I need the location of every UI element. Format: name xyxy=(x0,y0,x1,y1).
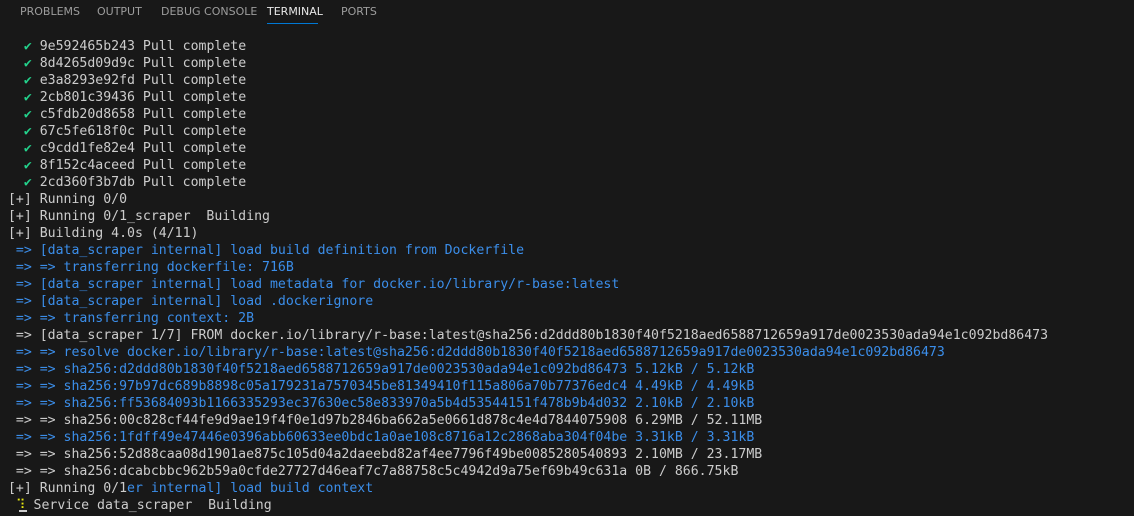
terminal-text: 8f152c4aceed Pull complete xyxy=(31,158,247,173)
terminal-text: [+] Running 0/1 xyxy=(0,481,128,496)
terminal-text: => [data_scraper internal] load build de… xyxy=(0,243,525,258)
terminal-cursor xyxy=(19,510,27,512)
tab-output[interactable]: OUTPUT xyxy=(97,5,142,19)
tab-ports[interactable]: PORTS xyxy=(341,5,377,19)
build-step-line: => => resolve docker.io/library/r-base:l… xyxy=(0,344,1134,361)
build-step-line: => [data_scraper internal] load .dockeri… xyxy=(0,293,1134,310)
check-icon: ✔ xyxy=(23,90,32,105)
check-icon: ✔ xyxy=(23,107,32,122)
status-line: [+] Running 0/1er internal] load build c… xyxy=(0,480,1134,497)
terminal-text: 67c5fe618f0c Pull complete xyxy=(31,124,247,139)
pull-line: ✔ 8d4265d09d9c Pull complete xyxy=(0,55,1134,72)
terminal-panel: PROBLEMS OUTPUT DEBUG CONSOLE TERMINAL P… xyxy=(0,0,1134,516)
build-step-line: => => sha256:97b97dc689b8898c05a179231a7… xyxy=(0,378,1134,395)
active-tab-indicator xyxy=(267,23,318,24)
status-line: [+] Running 0/0 xyxy=(0,191,1134,208)
build-step-line: => => sha256:00c828cf44fe9d9ae19f4f0e1d9… xyxy=(0,412,1134,429)
terminal-text: => => sha256:dcabcbbc962b59a0cfde27727d4… xyxy=(0,464,739,479)
pull-line: ✔ 9e592465b243 Pull complete xyxy=(0,38,1134,55)
terminal-text: [+] Building 4.0s (4/11) xyxy=(0,226,199,241)
pull-line: ✔ 67c5fe618f0c Pull complete xyxy=(0,123,1134,140)
terminal-text: => => resolve docker.io/library/r-base:l… xyxy=(0,345,945,360)
build-step-line: => => sha256:ff53684093b1166335293ec3763… xyxy=(0,395,1134,412)
build-step-line: => => sha256:52d88caa08d1901ae875c105d04… xyxy=(0,446,1134,463)
build-step-line: => [data_scraper internal] load build de… xyxy=(0,242,1134,259)
terminal-text: c5fdb20d8658 Pull complete xyxy=(31,107,247,122)
terminal-text: => => sha256:ff53684093b1166335293ec3763… xyxy=(0,396,755,411)
pull-line: ✔ c5fdb20d8658 Pull complete xyxy=(0,106,1134,123)
build-step-line: => => sha256:1fdff49e47446e0396abb60633e… xyxy=(0,429,1134,446)
terminal-text: [+] Running 0/0 xyxy=(0,192,128,207)
check-icon: ✔ xyxy=(23,39,32,54)
tab-terminal[interactable]: TERMINAL xyxy=(267,5,323,19)
check-icon: ✔ xyxy=(23,73,32,88)
terminal-text: => => sha256:52d88caa08d1901ae875c105d04… xyxy=(0,447,763,462)
check-icon: ✔ xyxy=(23,158,32,173)
terminal-text: => => transferring dockerfile: 716B xyxy=(0,260,294,275)
terminal-text: 2cd360f3b7db Pull complete xyxy=(31,175,247,190)
terminal-text: c9cdd1fe82e4 Pull complete xyxy=(31,141,247,156)
status-line: [+] Building 4.0s (4/11) xyxy=(0,225,1134,242)
tab-problems[interactable]: PROBLEMS xyxy=(20,5,80,19)
terminal-text: => => sha256:d2ddd80b1830f40f5218aed6588… xyxy=(0,362,755,377)
pull-line: ✔ 8f152c4aceed Pull complete xyxy=(0,157,1134,174)
terminal-text: => [data_scraper internal] load .dockeri… xyxy=(0,294,374,309)
terminal-text: => [data_scraper internal] load metadata… xyxy=(0,277,620,292)
terminal-text: => => sha256:97b97dc689b8898c05a179231a7… xyxy=(0,379,755,394)
pull-line: ✔ 2cb801c39436 Pull complete xyxy=(0,89,1134,106)
check-icon: ✔ xyxy=(23,175,32,190)
status-line: [+] Running 0/1_scraper Building xyxy=(0,208,1134,225)
terminal-text: 9e592465b243 Pull complete xyxy=(31,39,247,54)
build-step-line: => => transferring dockerfile: 716B xyxy=(0,259,1134,276)
terminal-text: 8d4265d09d9c Pull complete xyxy=(31,56,247,71)
pull-line: ✔ 2cd360f3b7db Pull complete xyxy=(0,174,1134,191)
build-step-line: => => sha256:d2ddd80b1830f40f5218aed6588… xyxy=(0,361,1134,378)
terminal-text: e3a8293e92fd Pull complete xyxy=(31,73,247,88)
terminal-text: er internal] load build context xyxy=(127,481,374,496)
service-line: ⠹ Service data_scraper Building xyxy=(0,497,1134,514)
panel-tab-bar: PROBLEMS OUTPUT DEBUG CONSOLE TERMINAL P… xyxy=(0,0,1134,26)
terminal-text: => [data_scraper 1/7] FROM docker.io/lib… xyxy=(0,328,1049,343)
check-icon: ✔ xyxy=(23,141,32,156)
pull-line: ✔ e3a8293e92fd Pull complete xyxy=(0,72,1134,89)
build-step-line: => => transferring context: 2B xyxy=(0,310,1134,327)
terminal-text: Service data_scraper Building xyxy=(25,498,272,513)
terminal-text: => => sha256:00c828cf44fe9d9ae19f4f0e1d9… xyxy=(0,413,763,428)
check-icon: ✔ xyxy=(23,124,32,139)
terminal-text: => => transferring context: 2B xyxy=(0,311,255,326)
terminal-output[interactable]: ✔ 9e592465b243 Pull complete ✔ 8d4265d09… xyxy=(0,38,1134,516)
build-step-line: => => sha256:dcabcbbc962b59a0cfde27727d4… xyxy=(0,463,1134,480)
terminal-text: => => sha256:1fdff49e47446e0396abb60633e… xyxy=(0,430,755,445)
build-step-line: => [data_scraper 1/7] FROM docker.io/lib… xyxy=(0,327,1134,344)
check-icon: ✔ xyxy=(23,56,32,71)
terminal-text: 2cb801c39436 Pull complete xyxy=(31,90,247,105)
build-step-line: => [data_scraper internal] load metadata… xyxy=(0,276,1134,293)
terminal-text: [+] Running 0/1_scraper Building xyxy=(0,209,270,224)
tab-debug-console[interactable]: DEBUG CONSOLE xyxy=(161,5,257,19)
pull-line: ✔ c9cdd1fe82e4 Pull complete xyxy=(0,140,1134,157)
